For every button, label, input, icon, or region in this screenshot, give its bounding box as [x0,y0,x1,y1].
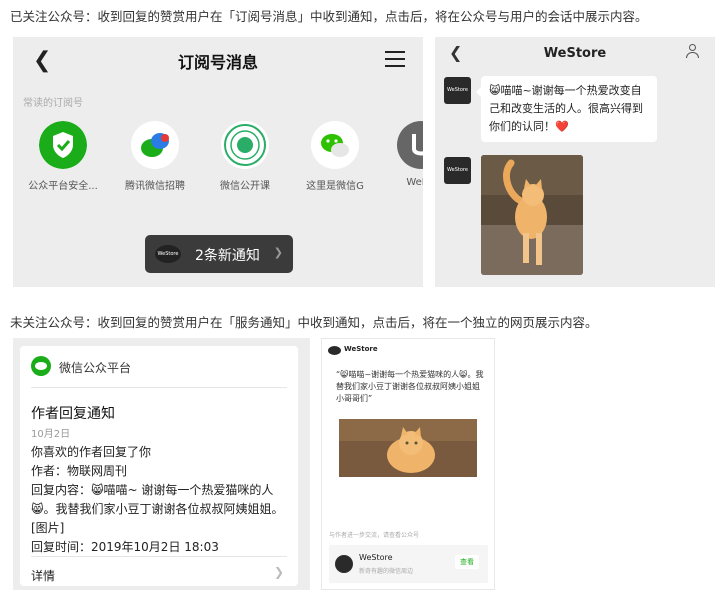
notification-card[interactable]: 微信公众平台 作者回复通知 10月2日 你喜欢的作者回复了你 作者：物联网周刊 … [20,346,298,586]
westore-logo-icon [328,346,341,355]
account-name: 微信公开课 [220,181,270,192]
westore-logo-icon [335,555,353,573]
seal-icon [221,121,269,169]
divider [31,387,287,388]
cat-photo[interactable] [481,155,583,275]
wechat-icon [311,121,359,169]
screen-title: 订阅号消息 [177,53,258,72]
account-item[interactable]: 腾讯微信招聘 [117,121,193,192]
detail-link[interactable]: 详情 [31,567,55,584]
notification-body: 你喜欢的作者回复了你 作者：物联网周刊 回复内容：😸喵喵~ 谢谢每一个热爱猫咪的… [31,443,293,557]
account-item[interactable]: WeDe [383,121,423,188]
service-notification-screen: 微信公众平台 作者回复通知 10月2日 你喜欢的作者回复了你 作者：物联网周刊 … [13,338,310,590]
card-header-label: 微信公众平台 [59,361,132,375]
account-item[interactable]: 这里是微信G [297,121,373,192]
wedesign-logo-icon [397,121,423,169]
standalone-web-page: WeStore “😸喵喵~谢谢每一个热爱猫咪的人😸。我替我们家小豆丁谢谢各位叔叔… [321,338,495,590]
account-name: WeStore [359,553,393,562]
caption-not-followed: 未关注公众号：收到回复的赞赏用户在「服务通知」中收到通知，点击后，将在一个独立的… [10,315,598,330]
chevron-right-icon: ❯ [273,246,283,259]
account-item[interactable]: 公众平台安全... [25,121,101,192]
account-item[interactable]: 微信公开课 [207,121,283,192]
wechat-icon [31,356,51,376]
divider [31,556,287,557]
cat-photo[interactable] [339,419,477,477]
account-card[interactable]: WeStore 新奇有趣的微信周边 查看 [329,545,488,583]
notification-line: 回复内容：😸喵喵~ 谢谢每一个热爱猫咪的人😸。我替我们家小豆丁谢谢各位叔叔阿姨姐… [31,483,284,535]
reply-quote: “😸喵喵~谢谢每一个热爱猫咪的人😸。我替我们家小豆丁谢谢各位叔叔阿姨小姐姐小哥哥… [336,370,484,403]
follow-note: 与作者进一步交流，请查看公众号 [329,532,420,539]
notification-date: 10月2日 [31,429,71,440]
shield-check-icon [39,121,87,169]
page-header: WeStore [344,345,378,353]
subscription-messages-screen: ❮ 订阅号消息 常读的订阅号 公众平台安全... 腾讯微信招聘 微信公开课 这里… [13,37,423,287]
westore-logo-icon: WeStore [155,245,181,263]
westore-avatar[interactable]: WeStore [444,77,471,104]
notification-line: 作者：物联网周刊 [31,464,128,478]
view-account-button[interactable]: 查看 [455,555,479,569]
chat-message: 😸喵喵~谢谢每一个热爱改变自己和改变生活的人。很高兴得到你们的认同！❤️ [476,76,657,142]
chevron-right-icon: ❯ [273,565,284,579]
chat-title: WeStore [543,46,607,61]
notification-title: 作者回复通知 [31,406,115,422]
notification-line: 你喜欢的作者回复了你 [31,445,152,459]
account-name: 这里是微信G [306,181,364,192]
nav-bar: ❮ 订阅号消息 [13,37,423,83]
user-profile-icon[interactable] [685,44,699,60]
menu-icon[interactable] [385,51,405,67]
new-notifications-button[interactable]: WeStore 2条新通知 ❯ [145,235,293,273]
notify-text: 2条新通知 [195,248,260,264]
account-name: 腾讯微信招聘 [125,181,185,192]
account-name: 公众平台安全... [28,181,98,192]
westore-chat-screen: ❮ WeStore WeStore 😸喵喵~谢谢每一个热爱改变自己和改变生活的人… [435,37,715,287]
account-name: WeDe [406,177,423,188]
westore-avatar[interactable]: WeStore [444,157,471,184]
chat-bubbles-icon [131,121,179,169]
section-label: 常读的订阅号 [23,98,83,109]
account-description: 新奇有趣的微信周边 [359,568,414,575]
caption-followed: 已关注公众号：收到回复的赞赏用户在「订阅号消息」中收到通知，点击后，将在公众号与… [10,9,648,24]
notification-line: 回复时间：2019年10月2日 18:03 [31,540,219,554]
